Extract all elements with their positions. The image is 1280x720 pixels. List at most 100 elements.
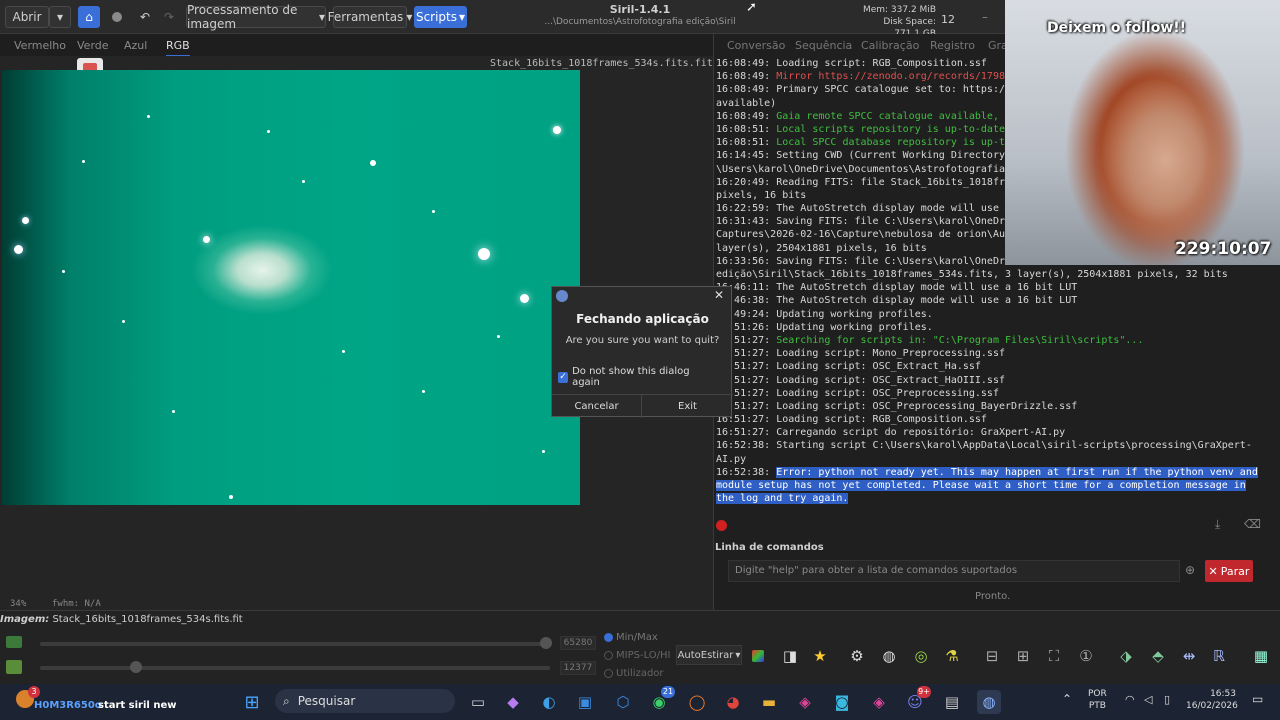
threads-spin[interactable]: 12 [938, 8, 958, 30]
tab-rgb[interactable]: RGB [166, 39, 190, 57]
command-input[interactable]: Digite "help" para obter a lista de coma… [728, 560, 1180, 582]
globe-icon[interactable]: ◍ [878, 645, 900, 667]
star [229, 495, 233, 499]
app-pink-icon[interactable]: ◈ [793, 690, 817, 714]
low-value-field[interactable]: 12377 [560, 661, 596, 675]
log-message: Starting script C:\Users\karol\AppData\L… [776, 440, 1252, 452]
rgb-align-icon[interactable]: ℝ [1208, 645, 1230, 667]
log-line: 16:51:27: Loading script: OSC_Extract_Ha… [716, 360, 1266, 373]
chrome-icon[interactable]: ◕ [721, 690, 745, 714]
exit-button-label: Exit [678, 401, 697, 412]
tab-green[interactable]: Verde [77, 39, 109, 52]
edge-icon[interactable]: ◐ [537, 690, 561, 714]
star [302, 180, 305, 183]
high-value-field[interactable]: 65280 [560, 636, 596, 650]
clock[interactable]: 16:53 16/02/2026 [1186, 688, 1238, 712]
stretch-icon[interactable] [6, 660, 22, 674]
app-blue-icon[interactable]: ◙ [830, 690, 854, 714]
language-indicator[interactable]: POR PTB [1088, 688, 1107, 712]
radio-user-label: Utilizador [616, 668, 664, 679]
store-icon[interactable]: ▣ [573, 690, 597, 714]
open-button[interactable]: Abrir [5, 6, 49, 28]
flip-icon[interactable]: ⬗ [1115, 645, 1137, 667]
tab-sequence[interactable]: Sequência [795, 39, 852, 52]
log-message: AI.py [716, 453, 747, 465]
webcam-overlay: Deixem o follow!! 229:10:07 [1005, 0, 1280, 265]
high-slider[interactable] [40, 642, 550, 646]
siril-logo-icon [556, 290, 568, 302]
tab-conversion[interactable]: Conversão [727, 39, 785, 52]
log-line: 16:51:27: Loading script: OSC_Extract_Ha… [716, 374, 1266, 387]
stretch-select[interactable]: AutoEstirar ▾ [676, 645, 742, 665]
close-icon[interactable]: ✕ [714, 288, 724, 302]
exit-button[interactable]: Exit [642, 394, 733, 418]
radio-mips[interactable]: MIPS-LO/HI [604, 650, 671, 661]
chevron-up-icon[interactable]: ⌃ [1062, 692, 1072, 706]
clock-time: 16:53 [1210, 689, 1236, 699]
log-time: 16:08:51: [716, 137, 771, 149]
dont-show-checkbox[interactable]: ✓ Do not show this dialog again [558, 366, 708, 388]
high-slider-handle[interactable] [540, 637, 552, 649]
zoom-out-icon[interactable]: ⊟ [981, 645, 1003, 667]
windows-start-icon[interactable]: ⊞ [240, 690, 264, 714]
wifi-icon[interactable]: ◠ [1125, 693, 1135, 706]
radio-minmax[interactable]: Min/Max [604, 632, 658, 643]
log-time: 16:08:49: [716, 84, 771, 96]
zoom-one-icon[interactable]: ① [1075, 645, 1097, 667]
security-icon[interactable]: ⬡ [611, 690, 635, 714]
log-time: 16:22:59: [716, 203, 771, 215]
notifications-icon[interactable]: ▭ [1252, 692, 1263, 706]
menu-image-processing[interactable]: Processamento de imagem ▾ [186, 3, 326, 31]
download-icon[interactable]: ⤓ [1215, 517, 1220, 532]
log-time: 16:33:56: [716, 255, 771, 267]
tab-registration[interactable]: Registro [930, 39, 975, 52]
record-indicator-icon[interactable] [716, 520, 727, 531]
redo-button[interactable]: ↷ [158, 6, 180, 28]
record-button[interactable] [106, 6, 128, 28]
split-view-icon[interactable]: ▦ [1250, 645, 1272, 667]
tab-red[interactable]: Vermelho [14, 39, 66, 52]
window-title: Siril-1.4.1 ...\Documentos\Astrofotograf… [540, 3, 740, 29]
flask-icon[interactable]: ⚗ [941, 645, 963, 667]
radio-user[interactable]: Utilizador [604, 668, 664, 679]
whatsapp-badge: 21 [661, 686, 675, 698]
task-view-icon[interactable]: ▭ [466, 690, 490, 714]
undo-button[interactable]: ↶ [134, 6, 156, 28]
color-palette-icon[interactable] [747, 645, 769, 667]
histogram-icon[interactable] [6, 636, 22, 648]
menu-tools-label: Ferramentas [327, 10, 404, 24]
app-pink2-icon[interactable]: ◈ [867, 690, 891, 714]
target-rings-icon[interactable]: ◎ [910, 645, 932, 667]
volume-icon[interactable]: ◁ [1144, 693, 1152, 706]
fit-icon[interactable]: ⛶ [1043, 645, 1065, 667]
tab-calibration[interactable]: Calibração [861, 39, 919, 52]
open-dropdown-button[interactable]: ▾ [49, 6, 71, 28]
clear-log-icon[interactable]: ⌫ [1244, 517, 1261, 531]
copilot-icon[interactable]: ◆ [501, 690, 525, 714]
astrometry-icon[interactable]: ⚙ [846, 645, 868, 667]
target-icon[interactable]: ⊕ [1185, 563, 1195, 577]
log-time: 16:08:49: [716, 110, 771, 122]
mirror-x-icon[interactable]: ⇹ [1178, 645, 1200, 667]
menu-scripts[interactable]: Scripts ▾ [414, 6, 467, 28]
home-button[interactable]: ⌂ [78, 6, 100, 28]
zoom-in-icon[interactable]: ⊞ [1012, 645, 1034, 667]
origin-icon[interactable]: ◯ [685, 690, 709, 714]
low-slider-handle[interactable] [130, 661, 142, 673]
chevron-down-icon: ▾ [406, 10, 413, 24]
terminal-icon[interactable]: ▤ [940, 690, 964, 714]
low-slider[interactable] [40, 666, 550, 670]
log-line: 16:51:27: Loading script: OSC_Preprocess… [716, 387, 1266, 400]
taskbar-search[interactable]: ⌕ Pesquisar [275, 689, 455, 713]
battery-icon[interactable]: ▯ [1164, 693, 1170, 706]
rotate-icon[interactable]: ⬘ [1147, 645, 1169, 667]
stop-button[interactable]: ✕ Parar [1205, 560, 1253, 582]
cancel-button[interactable]: Cancelar [552, 394, 642, 418]
star-tool-icon[interactable]: ★ [809, 645, 831, 667]
siril-taskbar-icon[interactable]: ◍ [977, 690, 1001, 714]
menu-tools[interactable]: Ferramentas ▾ [328, 6, 412, 28]
negative-icon[interactable]: ◨ [779, 645, 801, 667]
folder-icon[interactable]: ▬ [757, 690, 781, 714]
tab-blue[interactable]: Azul [124, 39, 147, 52]
minimize-button[interactable]: – [978, 6, 992, 28]
